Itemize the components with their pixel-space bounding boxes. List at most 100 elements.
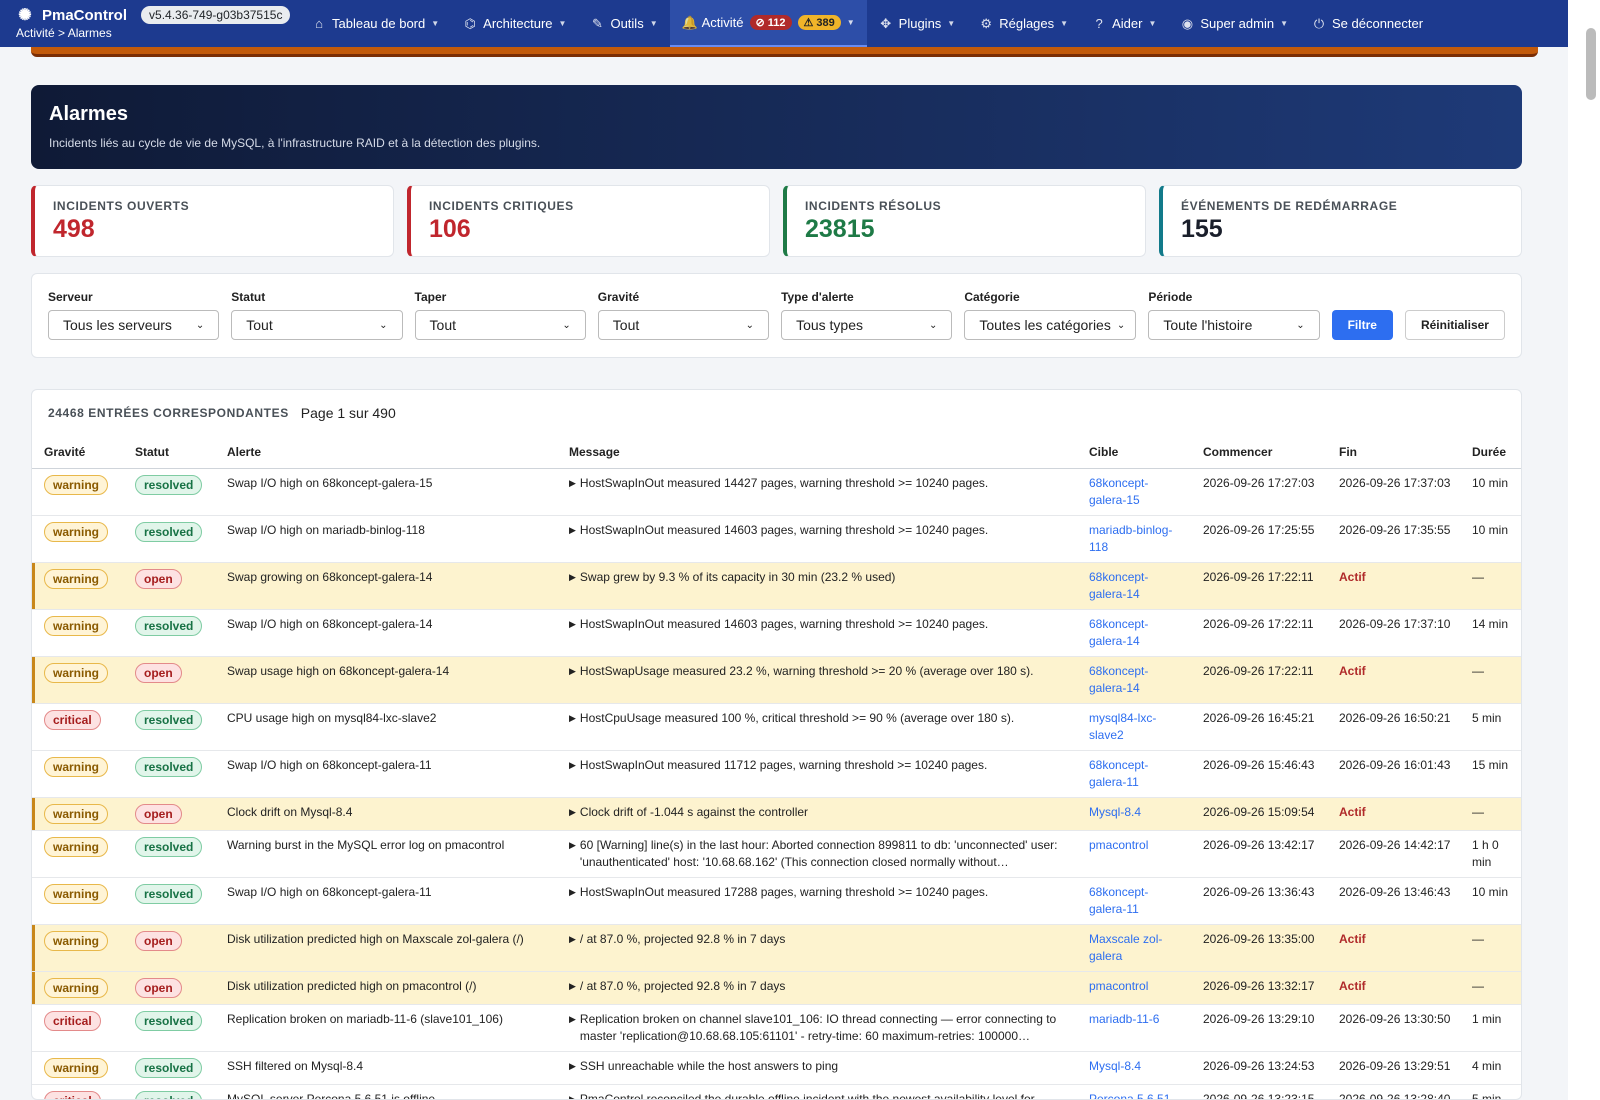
table-row[interactable]: critical resolved CPU usage high on mysql8… (32, 703, 1521, 751)
expand-triangle-icon[interactable]: ▶ (569, 1091, 576, 1099)
expand-triangle-icon[interactable]: ▶ (569, 1058, 576, 1075)
nav-item-activit[interactable]: 🔔 Activité ⊘ 112 ⚠ 389 ▼ (669, 0, 867, 47)
filter-select[interactable]: Toute l'histoire ⌄ (1148, 310, 1320, 340)
target-link[interactable]: pmacontrol (1089, 838, 1148, 852)
target-link[interactable]: 68koncept-galera-14 (1089, 617, 1148, 648)
message-cell[interactable]: ▶ 60 [Warning] line(s) in the last hour: … (557, 830, 1077, 878)
message-cell[interactable]: ▶ / at 87.0 %, projected 92.8 % in 7 days (557, 924, 1077, 972)
target-link[interactable]: mariadb-11-6 (1089, 1012, 1159, 1026)
reset-button[interactable]: Réinitialiser (1404, 310, 1505, 340)
table-row[interactable]: warning resolved Swap I/O high on mariadb-… (32, 515, 1521, 563)
expand-triangle-icon[interactable]: ▶ (569, 663, 576, 680)
message-cell[interactable]: ▶ HostSwapInOut measured 17288 pages, war… (557, 877, 1077, 925)
message-expander[interactable]: ▶ / at 87.0 %, projected 92.8 % in 7 days (569, 978, 1069, 995)
filter-select[interactable]: Tous types ⌄ (781, 310, 953, 340)
target-link[interactable]: Maxscale zol-galera (1089, 932, 1162, 963)
nav-item-architecture[interactable]: ⌬ Architecture ▼ (451, 0, 578, 47)
message-cell[interactable]: ▶ HostSwapUsage measured 23.2 %, warning … (557, 656, 1077, 704)
expand-triangle-icon[interactable]: ▶ (569, 837, 576, 871)
table-row[interactable]: warning open Swap growing on 68koncept-gal… (32, 562, 1521, 610)
target-link[interactable]: mariadb-binlog-118 (1089, 523, 1172, 554)
expand-triangle-icon[interactable]: ▶ (569, 616, 576, 633)
filter-button[interactable]: Filtre (1331, 310, 1393, 340)
expand-triangle-icon[interactable]: ▶ (569, 522, 576, 539)
message-cell[interactable]: ▶ SSH unreachable while the host answers … (557, 1051, 1077, 1085)
table-row[interactable]: warning open Disk utilization predicted hi… (32, 971, 1521, 1005)
expand-triangle-icon[interactable]: ▶ (569, 978, 576, 995)
nav-item-tableau-de-bord[interactable]: ⌂ Tableau de bord ▼ (300, 0, 451, 47)
filter-select[interactable]: Toutes les catégories ⌄ (964, 310, 1137, 340)
table-row[interactable]: warning open Swap usage high on 68koncept-… (32, 656, 1521, 704)
message-expander[interactable]: ▶ Clock drift of -1.044 s against the con… (569, 804, 1069, 821)
message-expander[interactable]: ▶ HostSwapUsage measured 23.2 %, warning … (569, 663, 1069, 680)
table-row[interactable]: warning resolved Swap I/O high on 68koncep… (32, 468, 1521, 516)
message-cell[interactable]: ▶ / at 87.0 %, projected 92.8 % in 7 days (557, 971, 1077, 1005)
filter-select[interactable]: Tous les serveurs ⌄ (48, 310, 220, 340)
target-link[interactable]: Percona 5.6.51 (1089, 1092, 1170, 1099)
message-cell[interactable]: ▶ PmaControl reconciled the durable offli… (557, 1084, 1077, 1099)
filter-select[interactable]: Tout ⌄ (597, 310, 770, 340)
column-header[interactable]: Commencer (1191, 435, 1327, 469)
table-row[interactable]: critical resolved Replication broken on ma… (32, 1004, 1521, 1052)
message-cell[interactable]: ▶ Clock drift of -1.044 s against the con… (557, 797, 1077, 831)
column-header[interactable]: Durée (1460, 435, 1521, 469)
table-row[interactable]: warning resolved SSH filtered on Mysql-8.4… (32, 1051, 1521, 1085)
expand-triangle-icon[interactable]: ▶ (569, 931, 576, 948)
message-cell[interactable]: ▶ Swap grew by 9.3 % of its capacity in 3… (557, 562, 1077, 610)
table-row[interactable]: warning open Disk utilization predicted hi… (32, 924, 1521, 972)
brand[interactable]: ✺ PmaControl v5.4.36-749-g03b37515c (16, 6, 300, 24)
nav-item-aider[interactable]: ? Aider ▼ (1080, 0, 1168, 47)
message-expander[interactable]: ▶ PmaControl reconciled the durable offli… (569, 1091, 1069, 1099)
message-cell[interactable]: ▶ HostCpuUsage measured 100 %, critical t… (557, 703, 1077, 751)
column-header[interactable]: Alerte (215, 435, 557, 469)
message-cell[interactable]: ▶ HostSwapInOut measured 14603 pages, war… (557, 609, 1077, 657)
message-expander[interactable]: ▶ 60 [Warning] line(s) in the last hour: … (569, 837, 1069, 871)
message-cell[interactable]: ▶ HostSwapInOut measured 14603 pages, war… (557, 515, 1077, 563)
page-scrollbar[interactable] (1568, 0, 1600, 1100)
table-row[interactable]: warning resolved Swap I/O high on 68koncep… (32, 877, 1521, 925)
expand-triangle-icon[interactable]: ▶ (569, 757, 576, 774)
column-header[interactable]: Statut (123, 435, 215, 469)
message-expander[interactable]: ▶ HostSwapInOut measured 17288 pages, war… (569, 884, 1069, 901)
filter-select[interactable]: Tout ⌄ (414, 310, 586, 340)
message-expander[interactable]: ▶ HostCpuUsage measured 100 %, critical t… (569, 710, 1069, 727)
table-row[interactable]: critical resolved MySQL server Percona 5.6… (32, 1084, 1521, 1099)
column-header[interactable]: Fin (1327, 435, 1460, 469)
expand-triangle-icon[interactable]: ▶ (569, 569, 576, 586)
nav-item-plugins[interactable]: ✥ Plugins ▼ (867, 0, 968, 47)
message-cell[interactable]: ▶ HostSwapInOut measured 11712 pages, war… (557, 750, 1077, 798)
table-row[interactable]: warning resolved Swap I/O high on 68koncep… (32, 609, 1521, 657)
table-row[interactable]: warning resolved Warning burst in the MySQ… (32, 830, 1521, 878)
target-link[interactable]: 68koncept-galera-14 (1089, 570, 1148, 601)
nav-item-r-glages[interactable]: ⚙ Réglages ▼ (967, 0, 1080, 47)
target-link[interactable]: 68koncept-galera-11 (1089, 885, 1148, 916)
target-link[interactable]: mysql84-lxc-slave2 (1089, 711, 1156, 742)
message-expander[interactable]: ▶ SSH unreachable while the host answers … (569, 1058, 1069, 1075)
message-expander[interactable]: ▶ Swap grew by 9.3 % of its capacity in 3… (569, 569, 1069, 586)
message-expander[interactable]: ▶ HostSwapInOut measured 14603 pages, war… (569, 522, 1069, 539)
message-expander[interactable]: ▶ HostSwapInOut measured 14427 pages, war… (569, 475, 1069, 492)
target-link[interactable]: pmacontrol (1089, 979, 1148, 993)
nav-item-super-admin[interactable]: ◉ Super admin ▼ (1168, 0, 1300, 47)
nav-item-se-d-connecter[interactable]: ⏻ Se déconnecter (1300, 0, 1435, 47)
target-link[interactable]: Mysql-8.4 (1089, 805, 1141, 819)
message-cell[interactable]: ▶ HostSwapInOut measured 14427 pages, war… (557, 468, 1077, 516)
expand-triangle-icon[interactable]: ▶ (569, 1011, 576, 1045)
expand-triangle-icon[interactable]: ▶ (569, 884, 576, 901)
column-header[interactable]: Message (557, 435, 1077, 469)
message-expander[interactable]: ▶ / at 87.0 %, projected 92.8 % in 7 days (569, 931, 1069, 948)
error-count-badge[interactable]: ⊘ 112 (749, 15, 792, 30)
target-link[interactable]: 68koncept-galera-15 (1089, 476, 1148, 507)
column-header[interactable]: Cible (1077, 435, 1191, 469)
warning-count-badge[interactable]: ⚠ 389 (797, 15, 841, 30)
target-link[interactable]: Mysql-8.4 (1089, 1059, 1141, 1073)
message-cell[interactable]: ▶ Replication broken on channel slave101_… (557, 1004, 1077, 1052)
target-link[interactable]: 68koncept-galera-11 (1089, 758, 1148, 789)
nav-item-outils[interactable]: ✎ Outils ▼ (578, 0, 669, 47)
filter-select[interactable]: Tout ⌄ (231, 310, 403, 340)
expand-triangle-icon[interactable]: ▶ (569, 710, 576, 727)
table-row[interactable]: warning open Clock drift on Mysql-8.4 ▶ Cloc… (32, 797, 1521, 831)
expand-triangle-icon[interactable]: ▶ (569, 475, 576, 492)
message-expander[interactable]: ▶ HostSwapInOut measured 14603 pages, war… (569, 616, 1069, 633)
target-link[interactable]: 68koncept-galera-14 (1089, 664, 1148, 695)
